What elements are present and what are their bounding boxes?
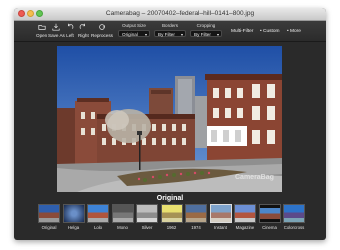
filter-thumbnail [283,204,305,223]
app-window: Camerabag – 20070402–federal–hill–0141–8… [14,8,326,240]
chevron-down-icon: ▾ [216,32,219,37]
borders-value: By Filter [158,32,175,37]
open-button-label: Open [36,33,48,38]
filter-thumbnail [258,204,281,223]
rotate-left-button-label: Left [66,33,74,38]
rotate-right-icon [80,23,86,29]
filter-thumbnail [185,204,207,223]
filter-1974[interactable]: 1974 [185,204,207,238]
filter-thumbnail [111,204,134,223]
rotate-right-button-label: Right [78,33,89,38]
rotate-left-icon [68,23,74,29]
cropping-label: Cropping [196,23,216,28]
borders-label: Borders [161,23,179,28]
custom-button[interactable]: • Custom [260,28,280,35]
toolbar: Open Save As Left Right Reprocess Output… [14,21,326,42]
more-button[interactable]: • More [287,28,301,35]
watermark-text: CameraBag [235,174,274,181]
close-window-button[interactable] [18,10,25,17]
rotate-left-button[interactable]: Left [66,23,74,38]
filter-1962[interactable]: 1962 [160,204,183,238]
output-size-value: Original [122,32,138,37]
window-title: Camerabag – 20070402–federal–hill–0141–8… [105,10,255,17]
filter-lolo[interactable]: Lolo [87,204,109,238]
zoom-window-button[interactable] [36,10,43,17]
save-icon [52,23,60,31]
cropping-select[interactable]: By Filter ▾ [190,30,222,37]
filter-cinema[interactable]: Cinema [258,204,281,238]
photo-preview[interactable]: CameraBag [57,46,282,192]
filter-thumbnail [136,204,158,223]
filter-thumbnail [62,204,85,223]
save-as-button-label: Save As [48,33,65,38]
rotate-right-button[interactable]: Right [78,23,89,38]
filter-helga[interactable]: Helga [62,204,85,238]
reprocess-button[interactable]: Reprocess [91,23,113,38]
cropping-value: By Filter [194,32,211,37]
chevron-down-icon: ▾ [180,32,183,37]
save-as-button[interactable]: Save As [48,23,65,38]
output-size-label: Output Size [121,23,146,28]
filter-thumbnail [38,204,60,223]
filter-thumbnail [209,204,232,223]
folder-icon [38,25,46,30]
filter-silver[interactable]: Silver [136,204,158,238]
filter-thumbnail [234,204,256,223]
borders-group: Borders By Filter ▾ [154,23,186,37]
minimize-window-button[interactable] [27,10,34,17]
street-scene-image [57,46,282,192]
filter-label: Colorcross [283,225,305,230]
title-bar: Camerabag – 20070402–federal–hill–0141–8… [14,8,326,21]
multi-filter-button[interactable]: Multi-Filter [231,28,253,35]
filter-strip: Original Helga Lolo Mono Silver 1962 197… [38,204,308,238]
more-label: More [290,29,301,34]
filter-magazine[interactable]: Magazine [234,204,256,238]
multi-filter-label: Multi-Filter [231,29,254,34]
output-size-select[interactable]: Original ▾ [118,30,150,37]
reprocess-icon [99,24,105,30]
preview-canvas: CameraBag [14,42,326,192]
custom-label: Custom [263,29,280,34]
cropping-group: Cropping By Filter ▾ [190,23,222,37]
filter-thumbnail [87,204,109,223]
open-button[interactable]: Open [36,23,47,38]
current-filter-label: Original [156,195,184,202]
chevron-down-icon: ▾ [144,32,147,37]
filter-original[interactable]: Original [38,204,60,238]
filter-colorcross[interactable]: Colorcross [283,204,305,238]
filter-thumbnail [160,204,183,223]
output-size-group: Output Size Original ▾ [118,23,150,37]
borders-select[interactable]: By Filter ▾ [154,30,186,37]
filter-mono[interactable]: Mono [111,204,134,238]
reprocess-button-label: Reprocess [91,33,113,38]
filter-instant[interactable]: Instant [209,204,232,238]
